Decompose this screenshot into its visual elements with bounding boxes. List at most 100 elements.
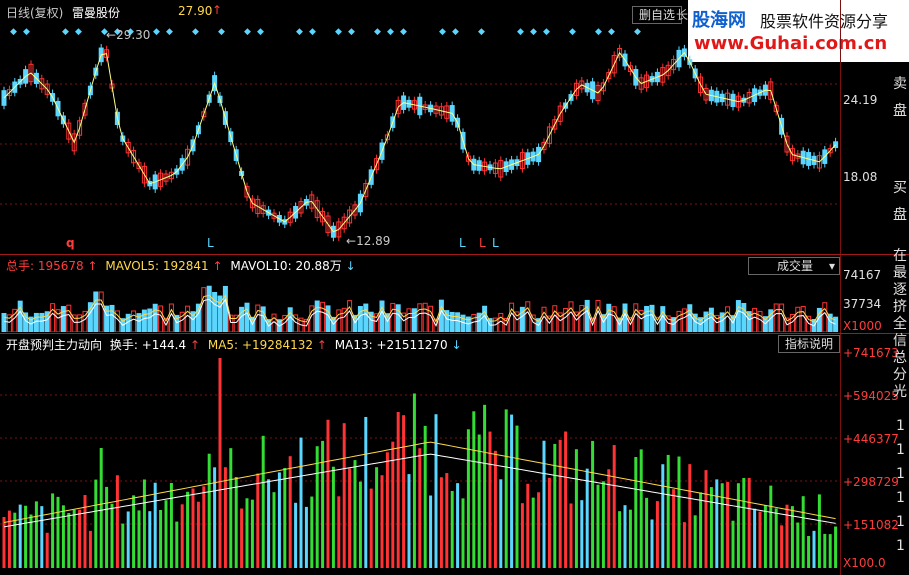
indicator-bar: [747, 477, 751, 568]
signal-diamond-icon: ◆: [452, 27, 459, 37]
signal-diamond-icon: ◆: [257, 27, 264, 37]
volume-chart-pane[interactable]: [0, 274, 840, 332]
indicator-bar: [121, 523, 125, 568]
indicator-bar: [250, 499, 254, 568]
volume-bar: [633, 303, 639, 332]
side-char: 逐: [893, 282, 907, 298]
indicator-bar: [105, 486, 109, 568]
indicator-bar: [186, 491, 190, 568]
indicator-bar: [715, 479, 719, 568]
volume-bar: [455, 312, 461, 332]
signal-diamond-icon: ◆: [166, 27, 173, 37]
indicator-chart: [0, 358, 840, 568]
indicator-axis-label: +594025: [843, 389, 899, 403]
signal-diamond-icon: ◆: [192, 27, 199, 37]
volume-bar: [93, 291, 99, 332]
indicator-bar: [531, 497, 535, 568]
indicator-bar: [348, 468, 352, 568]
signal-diamond-icon: ◆: [244, 27, 251, 37]
volume-bar: [541, 306, 547, 332]
buy-char: 买: [893, 180, 907, 196]
indicator-bar: [655, 501, 659, 568]
indicator-bar: [142, 479, 146, 568]
indicator-bar: [256, 473, 260, 568]
volume-bar: [444, 310, 450, 332]
remove-watchlist-button[interactable]: 删自选: [632, 6, 683, 24]
volume-bar: [206, 285, 212, 332]
signal-diamond-icon: ◆: [218, 27, 225, 37]
indicator-chart-pane[interactable]: [0, 352, 840, 568]
mavol10-label: MAVOL10:: [230, 259, 292, 273]
indicator-name: 开盘预判主力动向: [6, 338, 103, 352]
volume-type-dropdown[interactable]: 成交量 ▾: [748, 257, 840, 275]
indicator-axis-label: +741673: [843, 346, 899, 360]
volume-bar: [195, 303, 201, 332]
volume-bar: [552, 305, 558, 332]
volume-bar: [201, 287, 207, 332]
indicator-bar: [634, 456, 638, 568]
signal-diamond-icon: ◆: [595, 27, 602, 37]
indicator-bar: [364, 416, 368, 568]
side-char: 全: [893, 316, 907, 332]
side-char: 最: [893, 265, 907, 281]
indicator-bar: [666, 454, 670, 568]
volume-bar: [131, 310, 137, 332]
volume-bar: [314, 300, 320, 332]
side-panel-text: 在 最 逐 挤 全 信 总 分 光: [893, 248, 909, 401]
volume-bar: [17, 300, 23, 332]
pane-divider: [0, 254, 909, 255]
volume-bar: [347, 300, 353, 332]
side-digit: 1: [896, 514, 905, 530]
signal-diamond-icon: ◆: [153, 27, 160, 37]
indicator-bar: [34, 501, 38, 568]
volume-bar: [687, 304, 693, 332]
indicator-bar: [337, 496, 341, 568]
indicator-bar: [429, 495, 433, 568]
price-chart-pane[interactable]: ◆ ◆ ◆ ◆ ◆ ◆ ◆ ◆ ◆ ◆ ◆ ◆ ◆ ◆ ◆ ◆ ◆ ◆ ◆ ◆ ◆ ◆ ◆ ◆ ◆ ◆ ◆ ◆ ◆ ◆: [0, 24, 840, 254]
indicator-bar: [591, 440, 595, 568]
indicator-bar: [418, 448, 422, 568]
extra-label: 长: [676, 8, 689, 22]
indicator-bar: [542, 440, 546, 568]
period-label[interactable]: 日线(复权): [6, 4, 63, 21]
indicator-bar: [834, 526, 838, 568]
indicator-bar: [515, 425, 519, 568]
volume-bar: [33, 312, 39, 332]
indicator-bar: [61, 505, 65, 568]
indicator-help-button[interactable]: 指标说明: [778, 335, 841, 353]
sell-char: 卖: [893, 76, 907, 92]
signal-diamond-icon: ◆: [23, 27, 30, 37]
indicator-bar: [78, 509, 82, 568]
signal-L: L: [492, 236, 499, 250]
indicator-bar: [56, 496, 60, 568]
indicator-bar: [796, 522, 800, 568]
turnover-label: 换手:: [109, 338, 138, 352]
indicator-bar: [180, 504, 184, 568]
signal-diamond-icon: ◆: [400, 27, 407, 37]
indicator-bar: [720, 483, 724, 568]
signal-diamond-icon: ◆: [634, 27, 641, 37]
volume-bar: [379, 300, 385, 332]
indicator-bar: [450, 490, 454, 568]
volume-bar: [233, 314, 239, 332]
indicator-bar: [223, 467, 227, 568]
volume-bar: [482, 305, 488, 332]
signal-q: q: [66, 236, 75, 250]
indicator-bar: [45, 532, 49, 568]
indicator-bar: [688, 464, 692, 568]
indicator-bar: [218, 358, 222, 568]
indicator-bar: [72, 509, 76, 568]
axis-divider: [840, 0, 841, 575]
indicator-bar: [758, 511, 762, 568]
indicator-bar: [672, 489, 676, 568]
indicator-bar: [817, 494, 821, 568]
indicator-bar: [693, 515, 697, 568]
indicator-bar: [412, 393, 416, 568]
volume-bar: [595, 299, 601, 332]
indicator-bar: [229, 448, 233, 568]
indicator-bar: [148, 511, 152, 568]
indicator-bar: [753, 508, 757, 568]
indicator-bar: [547, 477, 551, 568]
ma5-label: MA5:: [207, 338, 239, 352]
signal-L: L: [459, 236, 466, 250]
